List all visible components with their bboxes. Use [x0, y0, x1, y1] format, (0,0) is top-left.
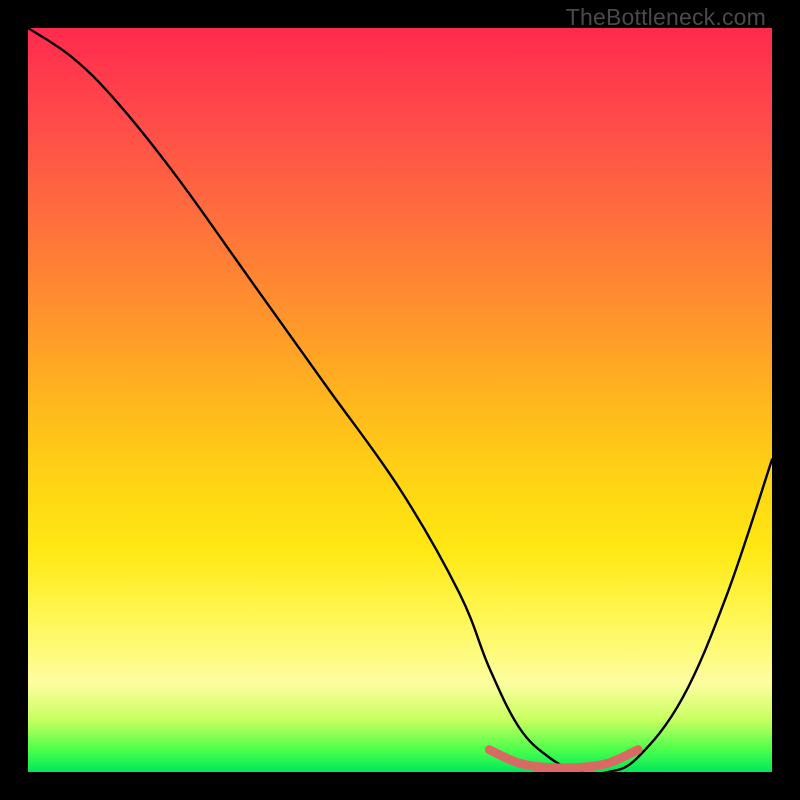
watermark-text: TheBottleneck.com	[566, 4, 766, 31]
optimal-band-marker	[489, 750, 638, 768]
chart-svg	[28, 28, 772, 772]
bottleneck-curve	[28, 28, 772, 772]
chart-frame	[28, 28, 772, 772]
